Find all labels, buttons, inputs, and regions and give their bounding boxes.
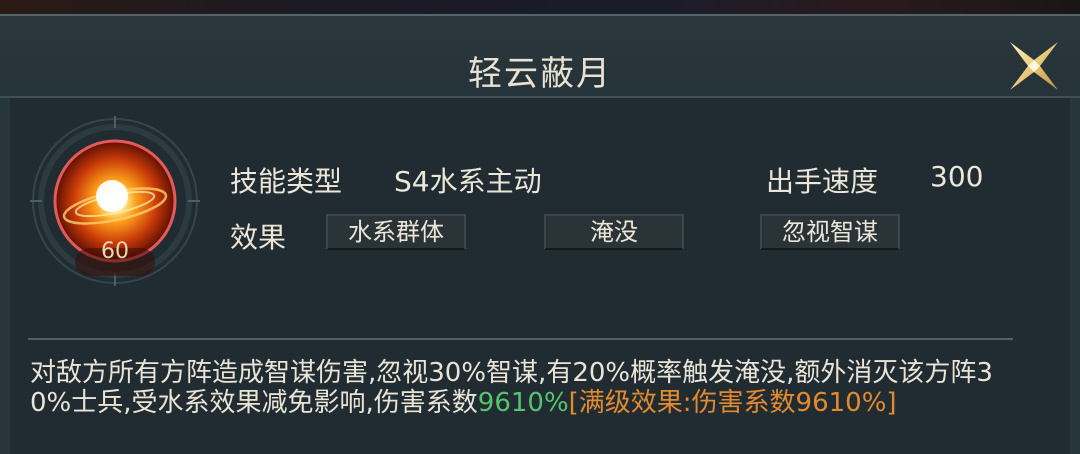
left-edge bbox=[0, 98, 10, 454]
skill-type-value: S4水系主动 bbox=[394, 165, 542, 198]
speed-value: 300 bbox=[930, 160, 984, 193]
skill-content: 60 技能类型 S4水系主动 出手速度 300 效果 水系群体 淹没 忽视智谋 … bbox=[0, 98, 1080, 454]
skill-title: 轻云蔽月 bbox=[468, 54, 612, 94]
effect-tag: 忽视智谋 bbox=[760, 214, 900, 250]
right-edge bbox=[1070, 98, 1080, 454]
skill-description: 对敌方所有方阵造成智谋伤害,忽视30%智谋,有20%概率触发淹没,额外消灭该方阵… bbox=[30, 358, 1020, 418]
close-x-icon bbox=[1010, 42, 1058, 90]
skill-icon: 60 bbox=[30, 116, 200, 286]
skill-level: 60 bbox=[101, 239, 129, 264]
effect-label: 效果 bbox=[230, 221, 287, 254]
skill-detail-panel: 轻云蔽月 60 技能类型 S4水系主动 出手速度 300 效果 水系群体 淹没 … bbox=[0, 14, 1080, 454]
close-button[interactable] bbox=[1006, 38, 1062, 94]
effect-tag: 淹没 bbox=[544, 214, 684, 250]
speed-label: 出手速度 bbox=[766, 165, 879, 198]
effect-tag: 水系群体 bbox=[326, 214, 466, 250]
title-bar: 轻云蔽月 bbox=[0, 16, 1080, 101]
skill-type-label: 技能类型 bbox=[230, 165, 343, 198]
content-divider bbox=[28, 338, 1013, 340]
damage-coefficient: 9610% bbox=[477, 388, 569, 418]
max-level-effect: [满级效果:伤害系数9610%] bbox=[568, 388, 897, 418]
